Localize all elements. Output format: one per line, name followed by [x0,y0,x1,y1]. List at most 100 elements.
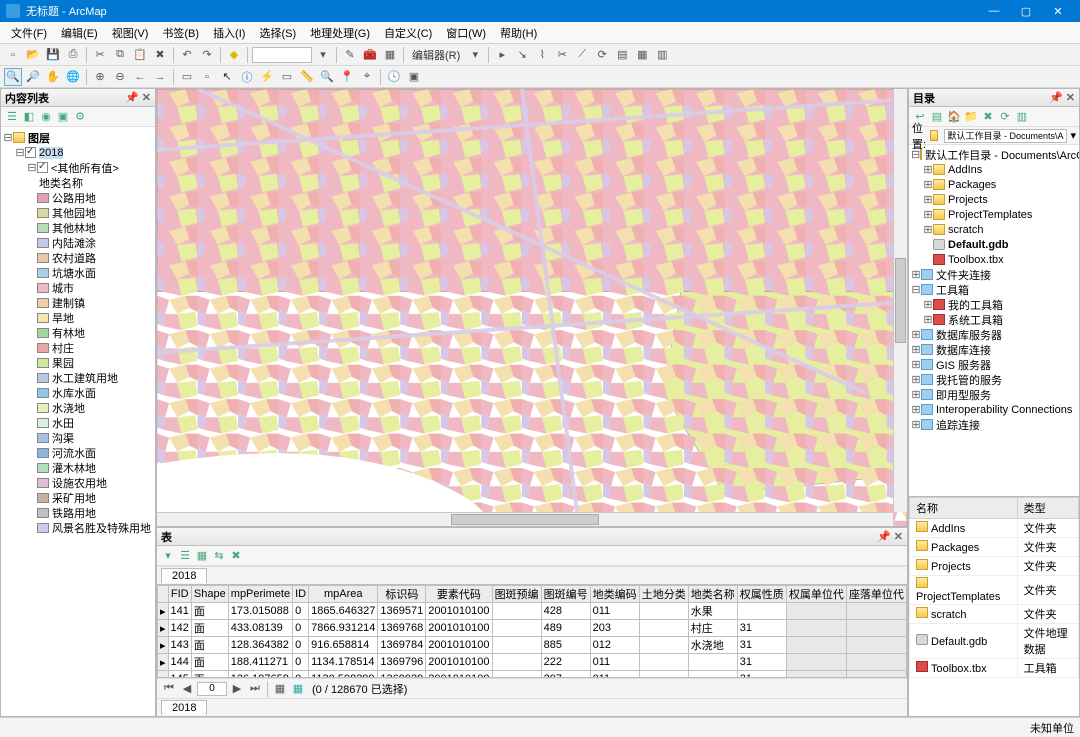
tree-row[interactable]: 城市 [3,280,153,295]
map-view[interactable] [156,88,908,527]
table-cell[interactable]: 1369784 [378,637,426,654]
toc-options-icon[interactable]: ⚙ [72,109,88,125]
tree-row[interactable]: ⊞即用型服务 [911,387,1077,402]
table-cell[interactable] [846,620,906,637]
table-cell[interactable] [639,671,688,679]
edit-tool-icon[interactable]: ▸ [493,46,511,64]
table-cell[interactable]: 126.197658 [228,671,292,679]
identify-icon[interactable]: ⓘ [238,68,256,86]
cat-home-icon[interactable]: 🏠 [946,109,962,125]
table-cell[interactable]: 011 [590,671,639,679]
menu-item[interactable]: 视图(V) [105,23,156,43]
tree-row[interactable]: ⊞追踪连接 [911,417,1077,432]
nav-show-selected-icon[interactable]: ▦ [290,681,306,697]
table-cell[interactable]: ▸ [158,603,169,620]
table-cell[interactable]: 012 [590,637,639,654]
table-cell[interactable]: 143 [168,637,191,654]
html-popup-icon[interactable]: ▭ [278,68,296,86]
reshape-icon[interactable]: ⌇ [533,46,551,64]
table-cell[interactable]: 145 [168,671,191,679]
table-cell[interactable]: 885 [541,637,590,654]
tree-row[interactable]: 采矿用地 [3,490,153,505]
table-cell[interactable]: ▸ [158,671,169,679]
create-features-icon[interactable]: ▥ [653,46,671,64]
column-header[interactable]: 土地分类 [639,586,688,603]
tree-row[interactable]: 铁路用地 [3,505,153,520]
table-tab[interactable]: 2018 [161,568,207,583]
tree-row[interactable]: ⊞我的工具箱 [911,297,1077,312]
table-cell[interactable]: 188.411271 [228,654,292,671]
select-by-attr-icon[interactable]: ▦ [194,548,210,564]
table-cell[interactable]: 1130.598299 [309,671,378,679]
tree-row[interactable]: 有林地 [3,325,153,340]
tree-row[interactable]: ⊞Projects [911,192,1077,207]
table-cell[interactable] [492,671,541,679]
python-window-icon[interactable]: ▦ [381,46,399,64]
table-cell[interactable]: 面 [191,671,228,679]
nav-next-icon[interactable]: ▶ [229,681,245,697]
table-cell[interactable] [846,654,906,671]
prev-extent-icon[interactable]: ← [131,68,149,86]
table-cell[interactable]: 128.364382 [228,637,292,654]
edit-vertices-icon[interactable]: ↘ [513,46,531,64]
list-item[interactable]: ProjectTemplates文件夹 [910,576,1079,605]
table-cell[interactable]: 31 [737,671,786,679]
table-cell[interactable]: 31 [737,620,786,637]
nav-last-icon[interactable]: ⏭ [247,681,263,697]
nav-prev-icon[interactable]: ◀ [179,681,195,697]
column-header[interactable]: mpPerimete [228,586,292,603]
table-cell[interactable] [639,654,688,671]
table-cell[interactable]: 2001010100 [426,603,492,620]
table-cell[interactable]: 0 [293,603,309,620]
map-canvas[interactable] [157,89,907,527]
table-cell[interactable]: 2001010100 [426,620,492,637]
table-cell[interactable]: 144 [168,654,191,671]
tree-row[interactable]: 其他林地 [3,220,153,235]
delete-icon[interactable]: ✖ [151,46,169,64]
scale-dropdown-icon[interactable]: ▾ [314,46,332,64]
location-dropdown-icon[interactable]: ▾ [1070,129,1076,142]
toolbox-window-icon[interactable]: 🧰 [361,46,379,64]
table-cell[interactable]: 村庄 [688,620,737,637]
column-header[interactable]: ID [293,586,309,603]
tree-row[interactable]: ⊞数据库连接 [911,342,1077,357]
tree-row[interactable]: 其他园地 [3,205,153,220]
time-slider-icon[interactable]: 🕓 [385,68,403,86]
tree-row[interactable]: ⊟工具箱 [911,282,1077,297]
table-cell[interactable] [639,620,688,637]
table-cell[interactable]: 面 [191,620,228,637]
tree-row[interactable]: 建制镇 [3,295,153,310]
table-cell[interactable]: 7866.931214 [309,620,378,637]
tree-row[interactable]: ⊞ProjectTemplates [911,207,1077,222]
table-cell[interactable] [688,671,737,679]
tree-row[interactable]: Default.gdb [911,237,1077,252]
column-header[interactable]: 权属性质 [737,586,786,603]
table-cell[interactable]: 面 [191,654,228,671]
table-tab-bottom[interactable]: 2018 [161,700,207,715]
tree-row[interactable]: ⊟默认工作目录 - Documents\ArcGIS [911,147,1077,162]
related-tables-icon[interactable]: ☰ [177,548,193,564]
table-cell[interactable]: 0 [293,620,309,637]
column-header[interactable]: 地类名称 [688,586,737,603]
menu-item[interactable]: 书签(B) [155,23,206,43]
tree-row[interactable]: 水田 [3,415,153,430]
tree-row[interactable]: ⊞Interoperability Connections [911,402,1077,417]
table-cell[interactable]: 31 [737,637,786,654]
list-item[interactable]: scratch文件夹 [910,605,1079,624]
table-cell[interactable] [492,637,541,654]
tree-row[interactable]: ⊞GIS 服务器 [911,357,1077,372]
table-cell[interactable] [786,637,846,654]
table-cell[interactable]: 173.015088 [228,603,292,620]
table-cell[interactable] [786,603,846,620]
table-cell[interactable]: 1865.646327 [309,603,378,620]
table-grid[interactable]: FIDShapempPerimeteIDmpArea标识码要素代码图斑预编图斑编… [157,584,907,678]
toc-pin-icon[interactable]: 📌 ✕ [125,91,151,104]
table-cell[interactable]: 1369796 [378,654,426,671]
split-icon[interactable]: ⟋ [573,46,591,64]
cat-tree-icon[interactable]: ▤ [929,109,945,125]
column-header[interactable]: Shape [191,586,228,603]
tree-row[interactable]: 坑塘水面 [3,265,153,280]
cat-refresh-icon[interactable]: ⟳ [997,109,1013,125]
table-cell[interactable]: 面 [191,603,228,620]
next-extent-icon[interactable]: → [151,68,169,86]
